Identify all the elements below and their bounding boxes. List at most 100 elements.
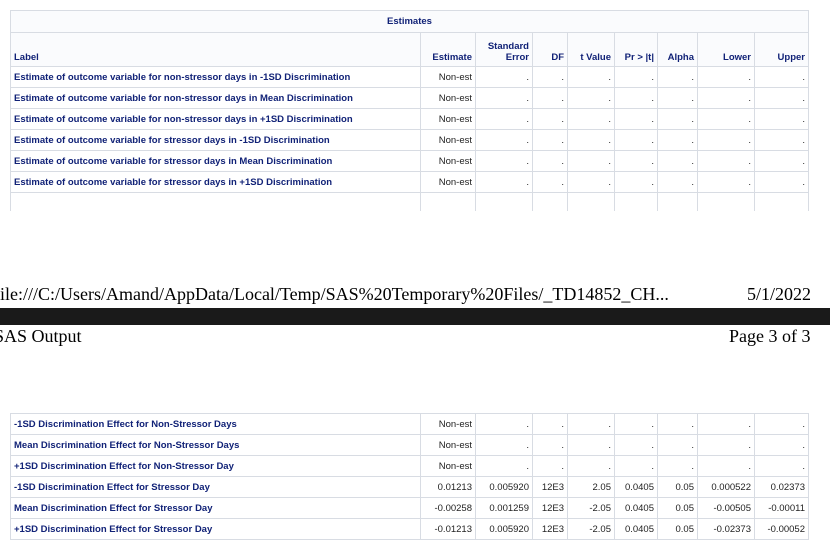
cell-value: . <box>657 434 698 456</box>
cell-value: . <box>697 434 755 456</box>
cell-value: 12E3 <box>532 497 568 519</box>
cell-value: . <box>475 87 533 109</box>
cell-value: 0.001259 <box>475 497 533 519</box>
table-row: +1SD Discrimination Effect for Stressor … <box>10 518 809 540</box>
cell-value: -0.00258 <box>420 497 476 519</box>
cell-value: . <box>657 87 698 109</box>
row-label: Estimate of outcome variable for non-str… <box>10 108 421 130</box>
page-title: SAS Output <box>0 326 82 346</box>
cell-value: . <box>657 66 698 88</box>
table-row: Estimate of outcome variable for stresso… <box>10 150 809 172</box>
column-header: Standard Error <box>475 32 533 67</box>
cell-value: . <box>754 87 809 109</box>
table-row: Estimate of outcome variable for non-str… <box>10 66 809 88</box>
cell-value: 12E3 <box>532 476 568 498</box>
cell-value: . <box>567 150 615 172</box>
cell-value: -2.05 <box>567 497 615 519</box>
cell-value: Non-est <box>420 434 476 456</box>
cell-value: . <box>532 108 568 130</box>
cell-value: . <box>532 129 568 151</box>
cell-value: . <box>567 66 615 88</box>
page-number: Page 3 of 3 <box>729 326 811 346</box>
cell-value: 0.05 <box>657 476 698 498</box>
cell-value: . <box>614 108 658 130</box>
cell-value: . <box>475 66 533 88</box>
cell-value: . <box>614 171 658 193</box>
empty-cell <box>475 192 533 211</box>
page-break-bar <box>0 308 830 325</box>
row-label: -1SD Discrimination Effect for Non-Stres… <box>10 413 421 435</box>
cell-value: . <box>567 434 615 456</box>
cell-value: . <box>697 171 755 193</box>
empty-row <box>10 192 809 211</box>
cell-value: . <box>657 413 698 435</box>
table-row: Estimate of outcome variable for non-str… <box>10 87 809 109</box>
cell-value: . <box>475 108 533 130</box>
column-header: Upper <box>754 32 809 67</box>
cell-value: Non-est <box>420 129 476 151</box>
cell-value: . <box>657 455 698 477</box>
empty-cell <box>697 192 755 211</box>
cell-value: . <box>475 434 533 456</box>
cell-value: 0.05 <box>657 518 698 540</box>
cell-value: . <box>614 150 658 172</box>
table-row: Estimate of outcome variable for non-str… <box>10 108 809 130</box>
cell-value: -0.00011 <box>754 497 809 519</box>
cell-value: . <box>475 129 533 151</box>
cell-value: . <box>532 434 568 456</box>
row-label: Estimate of outcome variable for stresso… <box>10 129 421 151</box>
cell-value: Non-est <box>420 413 476 435</box>
cell-value: . <box>697 129 755 151</box>
cell-value: . <box>754 129 809 151</box>
cell-value: -0.01213 <box>420 518 476 540</box>
cell-value: . <box>614 129 658 151</box>
estimates-table-continued: -1SD Discrimination Effect for Non-Stres… <box>10 413 809 540</box>
file-path: file:///C:/Users/Amand/AppData/Local/Tem… <box>0 284 669 304</box>
cell-value: . <box>567 108 615 130</box>
table-row: Estimate of outcome variable for stresso… <box>10 129 809 151</box>
cell-value: . <box>697 150 755 172</box>
table-row: -1SD Discrimination Effect for Stressor … <box>10 476 809 498</box>
row-label: Estimate of outcome variable for non-str… <box>10 66 421 88</box>
empty-cell <box>420 192 476 211</box>
cell-value: . <box>475 455 533 477</box>
cell-value: -0.00052 <box>754 518 809 540</box>
cell-value: . <box>614 66 658 88</box>
cell-value: . <box>754 455 809 477</box>
row-label: -1SD Discrimination Effect for Stressor … <box>10 476 421 498</box>
cell-value: . <box>657 150 698 172</box>
cell-value: Non-est <box>420 66 476 88</box>
cell-value: . <box>532 455 568 477</box>
cell-value: . <box>754 108 809 130</box>
cell-value: . <box>475 150 533 172</box>
cell-value: . <box>697 66 755 88</box>
cell-value: 0.02373 <box>754 476 809 498</box>
table-row: Mean Discrimination Effect for Stressor … <box>10 497 809 519</box>
cell-value: 0.0405 <box>614 518 658 540</box>
cell-value: -2.05 <box>567 518 615 540</box>
row-label: +1SD Discrimination Effect for Non-Stres… <box>10 455 421 477</box>
table-row: -1SD Discrimination Effect for Non-Stres… <box>10 413 809 435</box>
estimates-table: Estimates Label Estimate Standard Error DF t… <box>10 10 809 211</box>
row-label: Estimate of outcome variable for stresso… <box>10 150 421 172</box>
cell-value: . <box>754 150 809 172</box>
row-label: Estimate of outcome variable for stresso… <box>10 171 421 193</box>
row-label: +1SD Discrimination Effect for Stressor … <box>10 518 421 540</box>
cell-value: . <box>614 413 658 435</box>
cell-value: -0.00505 <box>697 497 755 519</box>
empty-cell <box>614 192 658 211</box>
cell-value: 0.005920 <box>475 518 533 540</box>
cell-value: -0.02373 <box>697 518 755 540</box>
column-header: Lower <box>697 32 755 67</box>
cell-value: . <box>614 87 658 109</box>
empty-cell <box>567 192 615 211</box>
cell-value: . <box>475 171 533 193</box>
cell-value: . <box>697 413 755 435</box>
row-label: Mean Discrimination Effect for Non-Stres… <box>10 434 421 456</box>
cell-value: . <box>567 413 615 435</box>
cell-value: 0.0405 <box>614 497 658 519</box>
cell-value: . <box>657 129 698 151</box>
cell-value: . <box>532 66 568 88</box>
cell-value: 0.005920 <box>475 476 533 498</box>
row-label: Mean Discrimination Effect for Stressor … <box>10 497 421 519</box>
